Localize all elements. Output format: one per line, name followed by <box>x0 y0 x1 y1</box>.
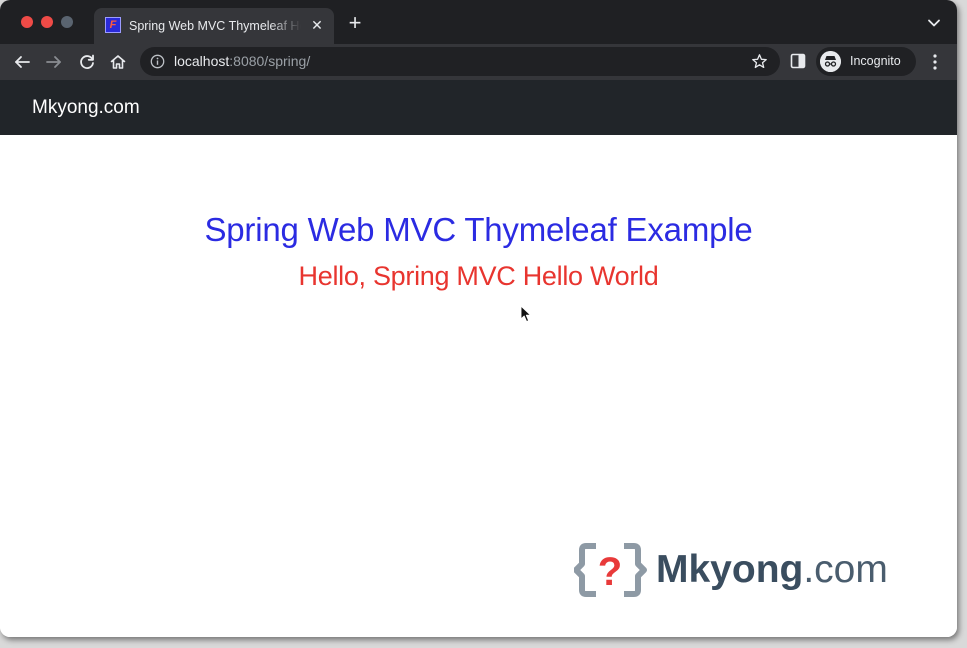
url-path: :8080/spring/ <box>229 53 311 69</box>
tab-strip: F Spring Web MVC Thymeleaf Hello World ✕… <box>0 0 957 44</box>
page-content: Mkyong.com Spring Web MVC Thymeleaf Exam… <box>0 80 957 637</box>
address-bar[interactable]: localhost:8080/spring/ <box>140 47 780 76</box>
info-icon[interactable] <box>150 54 165 69</box>
hello-message: Hello, Spring MVC Hello World <box>298 261 659 291</box>
window-maximize-button[interactable] <box>61 16 73 28</box>
forward-arrow-icon[interactable] <box>43 51 65 73</box>
kebab-menu-icon[interactable] <box>926 52 944 72</box>
home-icon[interactable] <box>107 51 129 73</box>
back-arrow-icon[interactable] <box>11 51 33 73</box>
logo-question-glyph: ? <box>598 550 622 594</box>
navbar-brand-link[interactable]: Mkyong.com <box>32 80 140 136</box>
incognito-icon <box>820 51 841 72</box>
browser-window: F Spring Web MVC Thymeleaf Hello World ✕… <box>0 0 957 637</box>
new-tab-button[interactable]: + <box>344 12 366 34</box>
reload-icon[interactable] <box>76 51 98 73</box>
window-minimize-button[interactable] <box>41 16 53 28</box>
toolbar: localhost:8080/spring/ Incognito <box>0 44 957 80</box>
mkyong-watermark: ? Mkyong.com <box>574 538 904 602</box>
profile-label: Incognito <box>850 54 901 68</box>
watermark-name: Mkyong <box>656 548 804 591</box>
watermark-suffix: .com <box>803 548 888 591</box>
window-close-button[interactable] <box>21 16 33 28</box>
tab-active[interactable]: F Spring Web MVC Thymeleaf Hello World ✕ <box>94 8 334 44</box>
watermark-text: Mkyong.com <box>656 546 888 594</box>
tab-search-icon[interactable] <box>925 14 943 32</box>
mkyong-logo-icon: ? <box>574 543 647 597</box>
favicon-icon: F <box>105 17 121 33</box>
url-text[interactable]: localhost:8080/spring/ <box>174 47 310 76</box>
profile-button[interactable]: Incognito <box>816 47 916 76</box>
page-heading: Spring Web MVC Thymeleaf Example <box>204 211 753 248</box>
side-panel-icon[interactable] <box>790 53 806 69</box>
url-host: localhost <box>174 53 230 69</box>
tab-title: Spring Web MVC Thymeleaf Hello World <box>129 19 301 33</box>
site-navbar: Mkyong.com <box>0 80 957 135</box>
tab-close-icon[interactable]: ✕ <box>308 16 326 34</box>
star-icon[interactable] <box>751 53 768 70</box>
mouse-pointer-icon <box>520 305 532 322</box>
